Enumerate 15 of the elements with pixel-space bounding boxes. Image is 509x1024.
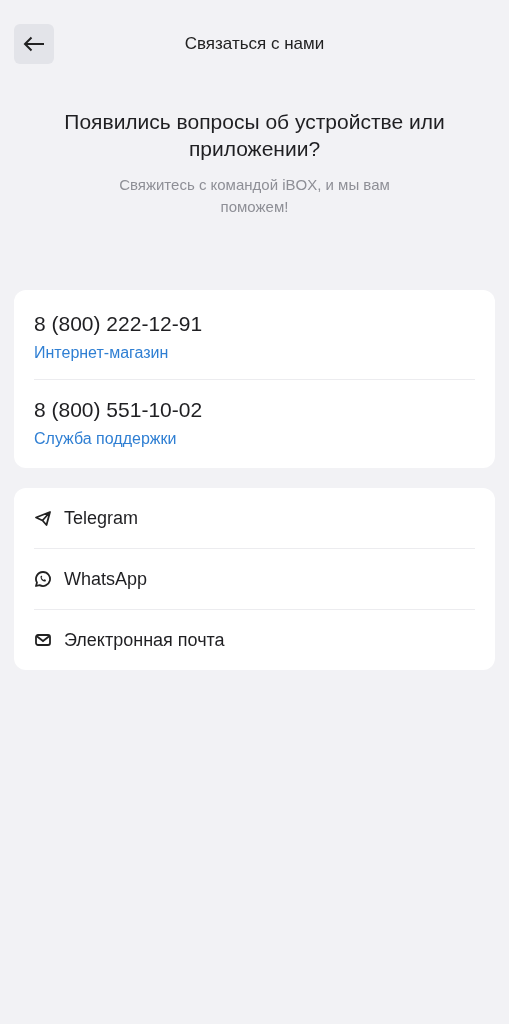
back-arrow-icon bbox=[23, 36, 45, 52]
heading: Появились вопросы об устройстве или приложении? bbox=[63, 109, 446, 162]
chat-bubble-icon bbox=[34, 570, 52, 588]
contact-option[interactable]: WhatsApp bbox=[64, 568, 148, 590]
subtitle: Свяжитесь с командой iBOX, и мы вам поможем! bbox=[118, 175, 391, 217]
phone-number[interactable]: 8 (800) 222-12-91 bbox=[34, 312, 203, 336]
phone-number[interactable]: 8 (800) 551-10-02 bbox=[34, 398, 203, 422]
mail-icon bbox=[34, 631, 52, 649]
back-button[interactable] bbox=[14, 24, 54, 64]
telegram-icon bbox=[34, 509, 52, 527]
contact-option[interactable]: Telegram bbox=[64, 507, 139, 529]
contact-option[interactable]: Электронная почта bbox=[64, 629, 225, 651]
phone-label: Служба поддержки bbox=[34, 430, 177, 448]
phone-label: Интернет-магазин bbox=[34, 344, 169, 362]
page-title: Связаться с нами bbox=[183, 34, 326, 54]
